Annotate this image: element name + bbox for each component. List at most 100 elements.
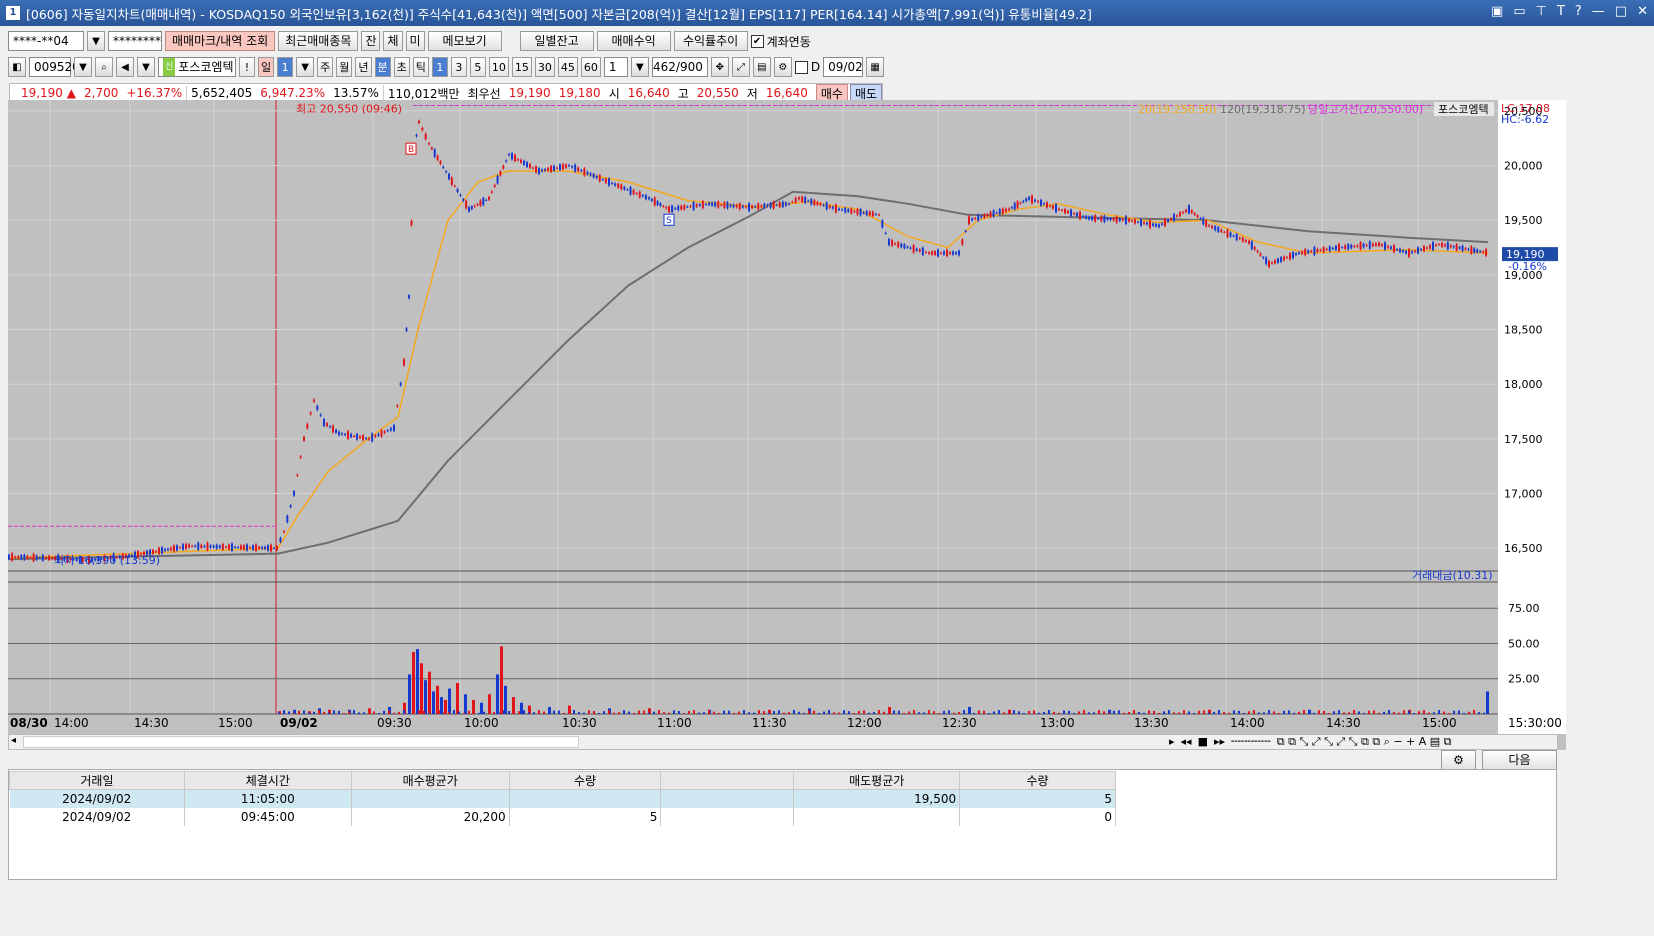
candle-body xyxy=(841,209,844,211)
ruler-icon[interactable]: ╌╌╌╌╌╌ xyxy=(1231,735,1271,749)
account-dropdown-icon[interactable]: ▼ xyxy=(87,31,105,51)
candle-body xyxy=(943,251,945,255)
candle-body xyxy=(1455,244,1458,251)
forward-icon[interactable]: ▸▸ xyxy=(1214,735,1225,749)
custom-n-input[interactable]: 1 xyxy=(603,57,628,77)
account-link-checkbox[interactable]: ✔ 계좌연동 xyxy=(750,33,811,50)
period-tick-button[interactable]: 틱 xyxy=(412,57,429,77)
candle-body xyxy=(1100,216,1103,222)
sound-dropdown-icon[interactable]: ▼ xyxy=(137,57,155,77)
col-sell-qty[interactable]: 수량 xyxy=(959,771,1116,790)
period-minute-button[interactable]: 분 xyxy=(374,57,391,77)
period-year-button[interactable]: 년 xyxy=(355,57,372,77)
candle-body xyxy=(1019,202,1022,204)
day-n-dropdown-icon[interactable]: ▼ xyxy=(296,57,315,77)
password-input[interactable]: ******** xyxy=(108,31,162,51)
volume-bar-minor xyxy=(408,712,410,714)
minute-10-button[interactable]: 10 xyxy=(488,57,509,77)
memo-button[interactable]: 메모보기 xyxy=(427,31,502,51)
next-button[interactable]: 다음 xyxy=(1482,750,1557,770)
d-checkbox[interactable] xyxy=(794,60,808,74)
pin-icon[interactable]: ⊤ xyxy=(1536,4,1547,19)
code-dropdown-icon[interactable]: ▼ xyxy=(74,57,92,77)
font-icon[interactable]: T xyxy=(1557,4,1565,19)
scroll-left-icon[interactable]: ◂ xyxy=(11,735,16,746)
che-button[interactable]: 체 xyxy=(383,31,403,51)
minute-45-button[interactable]: 45 xyxy=(557,57,578,77)
col-fill-time[interactable]: 체결시간 xyxy=(183,771,352,790)
rewind-icon[interactable]: ◂◂ xyxy=(1181,735,1192,749)
sound-icon[interactable]: ◀ xyxy=(116,57,134,77)
close-icon[interactable]: ✕ xyxy=(1637,4,1648,19)
candle-body xyxy=(468,207,470,212)
maximize-icon[interactable]: □ xyxy=(1615,4,1627,19)
col-buy-avg[interactable]: 매수평균가 xyxy=(350,771,510,790)
mi-button[interactable]: 미 xyxy=(405,31,425,51)
candle-body xyxy=(1205,220,1208,227)
alert-button[interactable]: ! xyxy=(239,57,255,77)
minute-15-button[interactable]: 15 xyxy=(511,57,532,77)
col-blank[interactable] xyxy=(660,771,795,790)
volume-bar-minor xyxy=(848,711,850,714)
date-input[interactable]: 09/02 xyxy=(823,57,864,77)
checkbox-icon[interactable]: ✔ xyxy=(750,34,764,48)
play-icon[interactable]: ▸ xyxy=(1169,735,1175,749)
candle-body xyxy=(1473,248,1476,253)
link-icon[interactable]: ▣ xyxy=(1491,4,1503,19)
stock-code-input[interactable]: 009520 xyxy=(29,57,80,77)
search-icon[interactable]: ⌕ xyxy=(95,57,113,77)
candle-body xyxy=(228,544,230,550)
tool-b-icon[interactable]: ⤢ xyxy=(731,57,750,77)
minute-60-button[interactable]: 60 xyxy=(580,57,601,77)
account-input[interactable]: ****-**04 xyxy=(8,31,84,51)
col-trade-date[interactable]: 거래일 xyxy=(9,771,185,790)
tools-icon[interactable]: ⧉ ⧉ ⤡ ⤢ ⤡ ⤢ ⤡ ⧉ ⧉ ⌕ − + A ▤ ⧉ xyxy=(1277,735,1452,749)
volume-bar-minor xyxy=(1073,712,1075,714)
scroll-thumb[interactable] xyxy=(23,736,579,748)
period-day-n[interactable]: 1 xyxy=(277,57,294,77)
custom-n-dropdown-icon[interactable]: ▼ xyxy=(630,57,649,77)
cell-buy-avg xyxy=(351,789,510,808)
stock-name[interactable]: 신 포스코엠텍 xyxy=(158,57,236,77)
col-buy-qty[interactable]: 수량 xyxy=(508,771,662,790)
minute-30-button[interactable]: 30 xyxy=(534,57,555,77)
stop-icon[interactable]: ■ xyxy=(1198,735,1208,749)
period-week-button[interactable]: 주 xyxy=(317,57,334,77)
tool-a-icon[interactable]: ✥ xyxy=(710,57,729,77)
gear-icon[interactable]: ⚙ xyxy=(773,57,792,77)
minimize-icon[interactable]: — xyxy=(1592,4,1605,19)
daily-balance-button[interactable]: 일별잔고 xyxy=(519,31,594,51)
profit-button[interactable]: 매매수익 xyxy=(596,31,671,51)
profit-rate-button[interactable]: 수익률추이 xyxy=(673,31,748,51)
table-row[interactable]: 2024/09/02 09:45:00 20,200 5 0 xyxy=(9,807,1116,826)
minute-1-button[interactable]: 1 xyxy=(431,57,448,77)
chart-area[interactable]: 최고 20,550 (09:46) 최저 16,390 (13:59) B S 08/… xyxy=(8,100,1566,750)
volume-bar-minor xyxy=(763,711,765,714)
layout-icon[interactable]: ◧ xyxy=(8,57,26,77)
cell-sell-qty: 5 xyxy=(959,789,1116,808)
candle-body xyxy=(562,164,564,170)
minute-3-button[interactable]: 3 xyxy=(450,57,467,77)
volume-bar-minor xyxy=(463,712,465,714)
minute-5-button[interactable]: 5 xyxy=(469,57,486,77)
col-sell-avg[interactable]: 매도평균가 xyxy=(793,771,961,790)
trade-mark-button[interactable]: 매매마크/내역 조회 xyxy=(165,31,276,51)
jan-button[interactable]: 잔 xyxy=(361,31,381,51)
candle-body xyxy=(1185,209,1187,213)
gear-icon: ⚙ xyxy=(1453,753,1464,767)
recent-trades-button[interactable]: 최근매매종목 xyxy=(278,31,359,51)
period-month-button[interactable]: 월 xyxy=(336,57,353,77)
restore-icon[interactable]: ▭ xyxy=(1513,4,1525,19)
save-icon[interactable]: ▤ xyxy=(752,57,771,77)
candle-body xyxy=(1211,225,1214,228)
help-icon[interactable]: ? xyxy=(1575,4,1582,19)
candle-body xyxy=(246,544,248,551)
period-second-button[interactable]: 초 xyxy=(393,57,410,77)
period-day-button[interactable]: 일 xyxy=(258,57,275,77)
count-input[interactable]: 462/900 xyxy=(651,57,708,77)
calendar-icon[interactable]: ▦ xyxy=(866,57,885,77)
price-volume-chart[interactable]: 최고 20,550 (09:46) 최저 16,390 (13:59) B S 08/… xyxy=(8,100,1566,734)
chart-scrollbar[interactable]: ◂ ▸ ◂◂ ■ ▸▸ ╌╌╌╌╌╌ ⧉ ⧉ ⤡ ⤢ ⤡ ⤢ ⤡ ⧉ ⧉ ⌕ −… xyxy=(8,734,1558,750)
table-row[interactable]: 2024/09/02 11:05:00 19,500 5 xyxy=(9,789,1116,808)
grid-settings-button[interactable]: ⚙ xyxy=(1441,750,1476,770)
